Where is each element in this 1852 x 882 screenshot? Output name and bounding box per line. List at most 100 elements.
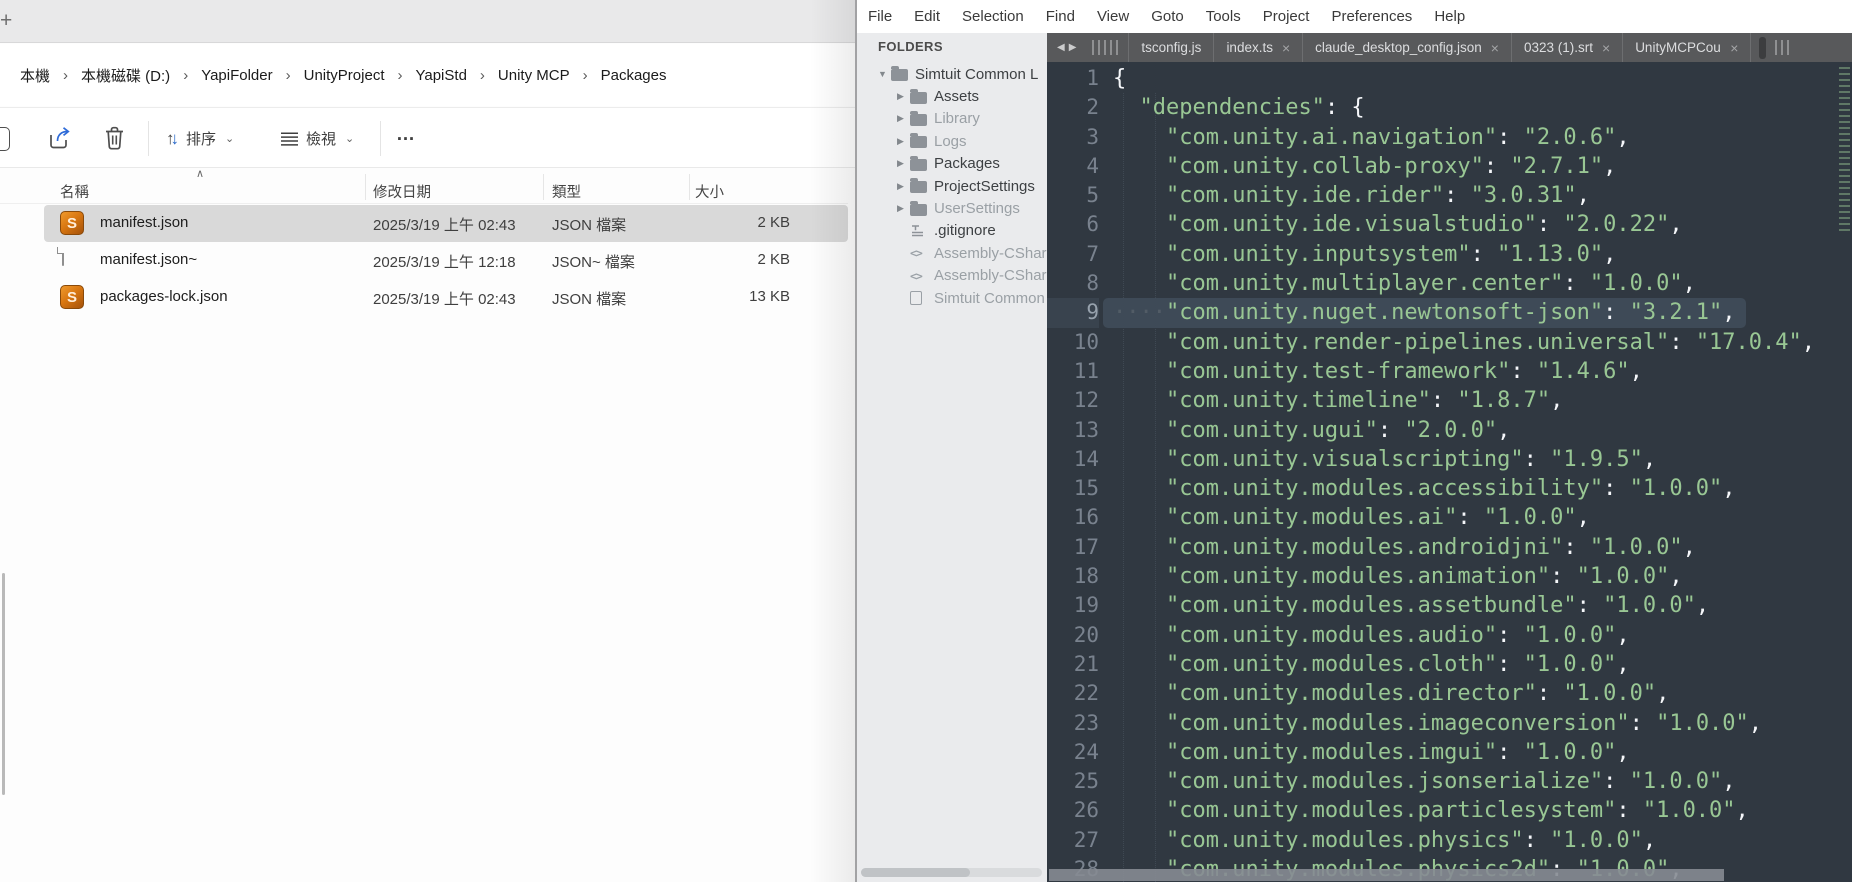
folder-icon [910, 155, 927, 171]
menu-view[interactable]: View [1086, 0, 1140, 33]
scrollbar-thumb[interactable] [861, 868, 970, 877]
breadcrumb-item-[interactable]: 本機 [14, 61, 56, 90]
file-row-packages-lock-json[interactable]: Spackages-lock.json 2025/3/19 上午 02:43 JSO… [44, 279, 848, 316]
line-number: 9 [1047, 298, 1099, 328]
breadcrumb-item-unity-mcp[interactable]: Unity MCP [492, 63, 576, 88]
sort-label: 排序 [186, 131, 217, 148]
menu-find[interactable]: Find [1035, 0, 1086, 33]
column-header-date[interactable]: 修改日期 [373, 181, 431, 202]
breadcrumb-item-unityproject[interactable]: UnityProject [298, 63, 391, 88]
minimap[interactable] [1837, 62, 1852, 882]
sort-button[interactable]: ↑↓ 排序 ⌄ [166, 108, 234, 167]
menu-preferences[interactable]: Preferences [1320, 0, 1423, 33]
code-line-7: 7 "com.unity.inputsystem": "1.13.0", [1047, 240, 1852, 269]
tree-item-projectsettings[interactable]: ▶ ProjectSettings [857, 175, 1047, 197]
punctuation-token [1113, 623, 1166, 648]
breadcrumb-item-yapifolder[interactable]: YapiFolder [195, 63, 278, 88]
tree-expanded-icon[interactable]: ▼ [878, 69, 891, 79]
tab-label: 0323 (1).srt [1523, 40, 1593, 55]
close-tab-icon[interactable]: × [1602, 40, 1610, 56]
tab-unitymcpcourse-uni[interactable]: UnityMCPCourse\Uni × [1623, 33, 1752, 62]
string-token: "com.unity.ugui" [1165, 417, 1378, 443]
tree-collapsed-icon[interactable]: ▶ [897, 203, 910, 214]
column-header-name[interactable]: 名稱 [60, 181, 89, 202]
tab-index-ts[interactable]: index.ts × [1214, 33, 1304, 62]
menu-help[interactable]: Help [1423, 0, 1476, 33]
tree-collapsed-icon[interactable]: ▶ [897, 113, 910, 124]
clipped-toolbar-icon [0, 127, 10, 151]
breadcrumb-item-yapistd[interactable]: YapiStd [409, 63, 472, 88]
menu-tools[interactable]: Tools [1195, 0, 1252, 33]
tab-claude-desktop-config-json[interactable]: claude_desktop_config.json × [1303, 33, 1512, 62]
tab-nav-arrows[interactable]: ◀▶ [1057, 42, 1080, 53]
file-row-manifest-json[interactable]: Smanifest.json 2025/3/19 上午 02:43 JSON 檔案 2… [44, 205, 848, 242]
file-type: JSON 檔案 [552, 217, 627, 234]
punctuation-token: , [1642, 827, 1657, 853]
tree-item-label: Simtuit Common [934, 289, 1045, 307]
code-lines: 1{2 "dependencies": {3 "com.unity.ai.nav… [1047, 64, 1852, 882]
more-options-button[interactable]: … [396, 108, 415, 167]
tab-0323-1-srt[interactable]: 0323 (1).srt × [1512, 33, 1624, 62]
punctuation-token [1113, 564, 1166, 589]
string-token: "com.unity.ai.navigation" [1165, 124, 1498, 150]
line-text: "com.unity.modules.assetbundle": "1.0.0"… [1113, 591, 1709, 620]
editor-horizontal-scrollbar[interactable] [1049, 869, 1724, 881]
sort-ascending-icon: ∧ [196, 168, 205, 180]
tab-bar-right-cluster [1759, 36, 1790, 59]
tree-collapsed-icon[interactable]: ▶ [897, 181, 910, 192]
column-header-size[interactable]: 大小 [695, 181, 724, 202]
line-text: "com.unity.modules.cloth": "1.0.0", [1113, 650, 1630, 679]
chevron-down-icon: ⌄ [345, 133, 355, 145]
string-token: "3.0.31" [1470, 183, 1577, 209]
tree-item-assets[interactable]: ▶ Assets [857, 85, 1047, 107]
column-header-type[interactable]: 類型 [552, 181, 581, 202]
tree-collapsed-icon[interactable]: ▶ [897, 158, 910, 169]
string-token: "1.4.6" [1536, 358, 1630, 384]
tab-tsconfig-js[interactable]: tsconfig.js [1128, 33, 1215, 62]
punctuation-token [1113, 388, 1166, 413]
tree-item-assembly-csharp[interactable]: <> Assembly-CSharp [857, 265, 1047, 287]
tabs-container: tsconfig.js index.ts × claude_desktop_confi… [1128, 33, 1752, 62]
tree-item-simtuit-common[interactable]: Simtuit Common [857, 287, 1047, 309]
sublime-sidebar: FOLDERS ▼ Simtuit Common L ▶ Assets ▶ Library… [857, 33, 1047, 882]
string-token: "1.0.0" [1563, 681, 1657, 707]
menu-project[interactable]: Project [1252, 0, 1321, 33]
share-button[interactable] [46, 108, 73, 167]
tree-item-usersettings[interactable]: ▶ UserSettings [857, 197, 1047, 219]
sidebar-horizontal-scrollbar[interactable] [861, 868, 1042, 877]
breadcrumb-item-packages[interactable]: Packages [595, 63, 673, 88]
line-number: 7 [1086, 241, 1099, 266]
menu-selection[interactable]: Selection [951, 0, 1035, 33]
back-icon[interactable]: ◀ [1057, 42, 1069, 53]
explorer-scrollbar[interactable] [2, 573, 5, 795]
tab-label: tsconfig.js [1141, 40, 1202, 55]
tree-item-logs[interactable]: ▶ Logs [857, 130, 1047, 152]
line-number: 12 [1073, 388, 1099, 413]
tree-item-simtuit-common-l[interactable]: ▼ Simtuit Common L [857, 63, 1047, 85]
close-tab-icon[interactable]: × [1491, 40, 1499, 56]
toolbar-divider [380, 121, 381, 156]
file-row-manifest-json[interactable]: manifest.json~ 2025/3/19 上午 12:18 JSON~ 檔案… [44, 242, 848, 279]
delete-button[interactable] [102, 108, 127, 167]
tree-collapsed-icon[interactable]: ▶ [897, 136, 910, 147]
tree-item-assembly-csharp[interactable]: <> Assembly-CSharp [857, 242, 1047, 264]
new-tab-plus-icon[interactable]: + [0, 9, 20, 33]
code-editor[interactable]: 1{2 "dependencies": {3 "com.unity.ai.nav… [1047, 62, 1852, 882]
menu-edit[interactable]: Edit [903, 0, 951, 33]
tree-item-label: .gitignore [934, 222, 996, 240]
tree-item-packages[interactable]: ▶ Packages [857, 153, 1047, 175]
breadcrumb-item-d[interactable]: 本機磁碟 (D:) [75, 61, 176, 90]
tab-scroll-indicator[interactable] [1759, 36, 1767, 59]
forward-icon[interactable]: ▶ [1069, 42, 1081, 53]
tree-item-label: Assets [934, 88, 980, 106]
tree-item-gitignore[interactable]: .gitignore [857, 220, 1047, 242]
punctuation-token: : [1523, 827, 1551, 853]
tree-item-library[interactable]: ▶ Library [857, 108, 1047, 130]
menu-goto[interactable]: Goto [1140, 0, 1195, 33]
menu-file[interactable]: File [857, 0, 903, 33]
view-button[interactable]: 檢視 ⌄ [280, 108, 355, 167]
close-tab-icon[interactable]: × [1282, 40, 1290, 56]
tree-collapsed-icon[interactable]: ▶ [897, 91, 910, 102]
punctuation-token: , [1603, 153, 1617, 179]
close-tab-icon[interactable]: × [1730, 40, 1738, 56]
